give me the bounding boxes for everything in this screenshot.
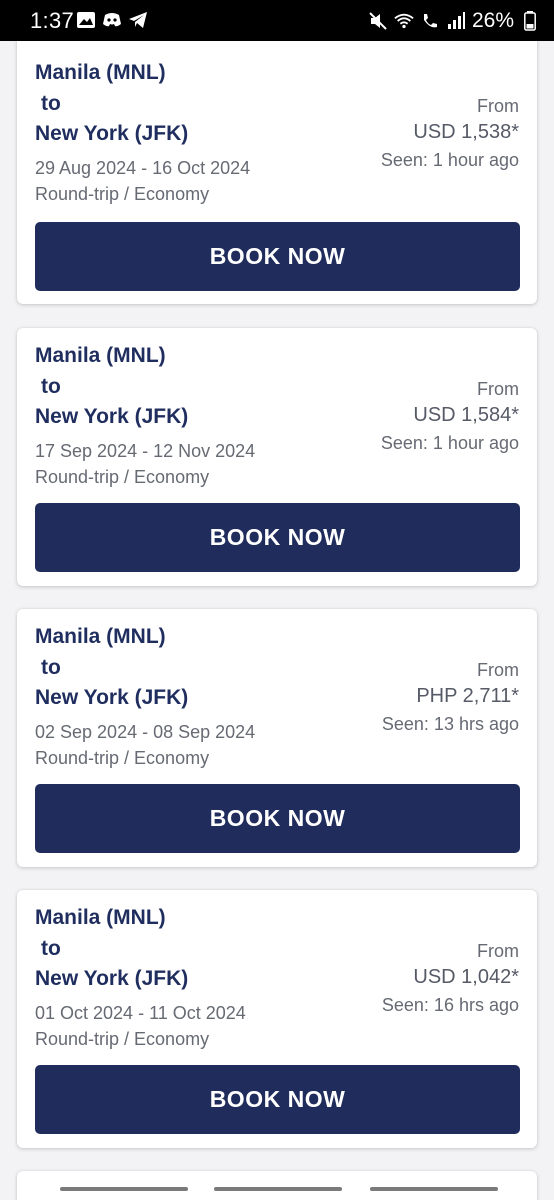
seen-time: Seen: 13 hrs ago — [381, 714, 519, 734]
origin-city: Manila (MNL) — [35, 344, 166, 367]
status-left-icons — [76, 10, 148, 30]
status-time: 1:37 — [30, 8, 75, 33]
seen-time: Seen: 1 hour ago — [380, 150, 519, 170]
travel-dates: 02 Sep 2024 - 08 Sep 2024 — [35, 722, 256, 742]
nav-gesture-right[interactable] — [370, 1187, 498, 1191]
destination-city: New York (JFK) — [35, 967, 189, 990]
origin-city: Manila (MNL) — [35, 906, 166, 929]
seen-time: Seen: 16 hrs ago — [381, 995, 519, 1015]
wifi-icon — [394, 13, 414, 29]
book-now-button[interactable]: BOOK NOW — [35, 784, 520, 853]
destination-city: New York (JFK) — [35, 686, 189, 709]
book-now-button[interactable]: BOOK NOW — [35, 503, 520, 572]
from-label: From — [477, 96, 519, 116]
app-screen: 1:37 26% Manila (MNL) to New York (JFK) … — [0, 0, 554, 1200]
route-connector: to — [41, 937, 61, 960]
route-connector: to — [41, 92, 61, 115]
book-now-button[interactable]: BOOK NOW — [35, 222, 520, 291]
status-bar: 1:37 26% — [0, 0, 554, 41]
route-connector: to — [41, 656, 61, 679]
trip-type: Round-trip / Economy — [35, 1029, 210, 1049]
fare-price: USD 1,584* — [413, 404, 519, 426]
trip-type: Round-trip / Economy — [35, 467, 210, 487]
signal-icon — [447, 12, 465, 29]
discord-icon — [103, 13, 121, 27]
battery-percentage: 26% — [471, 9, 514, 32]
trip-type: Round-trip / Economy — [35, 748, 210, 768]
status-right: 26% — [368, 9, 540, 33]
nav-gesture-home[interactable] — [214, 1187, 342, 1191]
battery-icon — [524, 11, 536, 31]
seen-time: Seen: 1 hour ago — [380, 433, 519, 453]
destination-city: New York (JFK) — [35, 405, 189, 428]
telegram-icon — [129, 12, 147, 28]
flight-card: Manila (MNL) to New York (JFK) 29 Aug 20… — [17, 41, 537, 304]
travel-dates: 01 Oct 2024 - 11 Oct 2024 — [35, 1003, 246, 1023]
fare-price: PHP 2,711* — [416, 685, 519, 707]
nav-gesture-left[interactable] — [60, 1187, 188, 1191]
flight-card: Manila (MNL) to New York (JFK) 01 Oct 20… — [17, 890, 537, 1148]
system-nav-bar — [0, 1182, 554, 1200]
image-icon — [77, 12, 95, 28]
from-label: From — [477, 660, 519, 680]
flight-card: Manila (MNL) to New York (JFK) 17 Sep 20… — [17, 328, 537, 586]
from-label: From — [477, 379, 519, 399]
travel-dates: 17 Sep 2024 - 12 Nov 2024 — [35, 441, 256, 461]
route-connector: to — [41, 375, 61, 398]
wifi-call-icon — [423, 14, 437, 28]
book-now-button[interactable]: BOOK NOW — [35, 1065, 520, 1134]
origin-city: Manila (MNL) — [35, 625, 166, 648]
fare-price: USD 1,042* — [413, 966, 519, 988]
from-label: From — [477, 941, 519, 961]
fare-price: USD 1,538* — [413, 121, 519, 143]
flight-card: Manila (MNL) to New York (JFK) 02 Sep 20… — [17, 609, 537, 867]
flight-deals-list: Manila (MNL) to New York (JFK) 29 Aug 20… — [0, 41, 554, 1200]
trip-type: Round-trip / Economy — [35, 184, 210, 204]
origin-city: Manila (MNL) — [35, 61, 166, 84]
destination-city: New York (JFK) — [35, 122, 189, 145]
mute-icon — [369, 12, 387, 30]
travel-dates: 29 Aug 2024 - 16 Oct 2024 — [35, 158, 251, 178]
